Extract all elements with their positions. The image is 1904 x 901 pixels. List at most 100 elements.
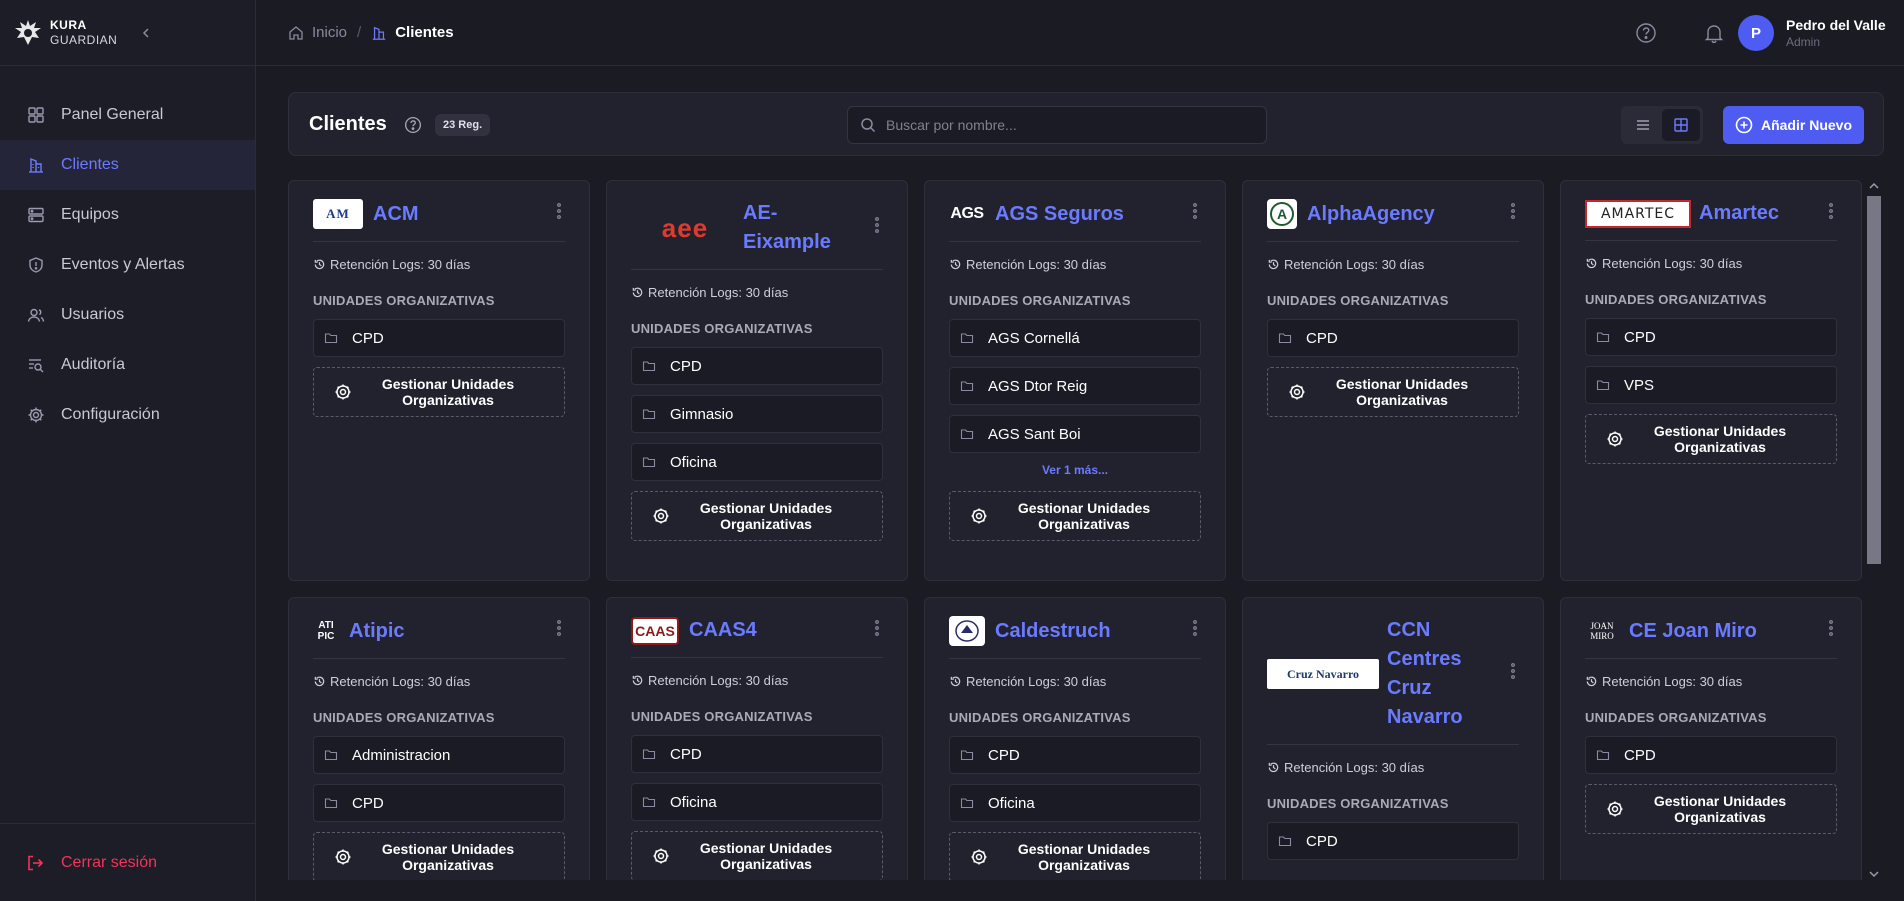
manage-units-button[interactable]: Gestionar Unidades Organizativas	[631, 831, 883, 880]
sidebar-item-equipos[interactable]: Equipos	[0, 190, 255, 240]
client-name[interactable]: Amartec	[1699, 199, 1837, 228]
breadcrumb-home[interactable]: Inicio	[288, 24, 347, 42]
client-name[interactable]: AGS Seguros	[995, 200, 1201, 229]
client-logo: A	[1267, 199, 1297, 229]
chevron-down-icon[interactable]	[1868, 868, 1880, 880]
help-icon[interactable]	[404, 116, 422, 134]
bell-icon[interactable]	[1702, 21, 1726, 45]
org-unit-item[interactable]: Oficina	[949, 784, 1201, 822]
sidebar-item-panel-general[interactable]: Panel General	[0, 90, 255, 140]
org-unit-item[interactable]: AGS Sant Boi	[949, 415, 1201, 453]
chevron-up-icon[interactable]	[1868, 180, 1880, 192]
more-options-icon[interactable]	[1507, 661, 1519, 681]
more-options-icon[interactable]	[553, 618, 565, 638]
org-unit-item[interactable]: CPD	[631, 735, 883, 773]
more-options-icon[interactable]	[871, 215, 883, 235]
manage-units-button[interactable]: Gestionar Unidades Organizativas	[1585, 784, 1837, 834]
org-unit-item[interactable]: AGS Cornellá	[949, 319, 1201, 357]
more-options-icon[interactable]	[1825, 618, 1837, 638]
sidebar-item-auditoria[interactable]: Auditoría	[0, 340, 255, 390]
client-card: CAAS CAAS4 Retención Logs: 30 días UNIDA…	[606, 597, 908, 880]
manage-units-button[interactable]: Gestionar Unidades Organizativas	[949, 491, 1201, 541]
client-card: A AlphaAgency Retención Logs: 30 días UN…	[1242, 180, 1544, 581]
chevron-left-icon[interactable]	[136, 23, 156, 43]
org-unit-item[interactable]: Oficina	[631, 443, 883, 481]
sidebar-item-eventos-alertas[interactable]: Eventos y Alertas	[0, 240, 255, 290]
org-unit-item[interactable]: Oficina	[631, 783, 883, 821]
grid-view-button[interactable]	[1662, 109, 1700, 141]
client-card-header: aee AE-Eixample	[631, 181, 883, 270]
client-name[interactable]: Caldestruch	[995, 617, 1201, 646]
home-icon	[288, 24, 306, 42]
more-options-icon[interactable]	[1189, 201, 1201, 221]
sidebar-nav: Panel General Clientes Equipos Eventos y…	[0, 66, 255, 440]
more-options-icon[interactable]	[871, 618, 883, 638]
folder-icon	[960, 379, 974, 393]
client-logo: AGS	[950, 205, 984, 222]
history-icon	[1585, 675, 1598, 688]
manage-units-button[interactable]: Gestionar Unidades Organizativas	[949, 832, 1201, 880]
more-options-icon[interactable]	[1825, 201, 1837, 221]
client-logo	[949, 616, 985, 646]
org-unit-item[interactable]: CPD	[631, 347, 883, 385]
client-name[interactable]: CCN Centres Cruz Navarro	[1387, 616, 1519, 732]
search-input[interactable]	[886, 117, 1246, 133]
log-retention: Retención Logs: 30 días	[1267, 257, 1519, 272]
list-view-button[interactable]	[1624, 109, 1662, 141]
manage-units-button[interactable]: Gestionar Unidades Organizativas	[1585, 414, 1837, 464]
client-name[interactable]: CAAS4	[689, 616, 883, 645]
more-options-icon[interactable]	[1189, 618, 1201, 638]
logout-icon	[26, 853, 46, 873]
sidebar-item-clientes[interactable]: Clientes	[0, 140, 255, 190]
org-unit-item[interactable]: CPD	[1267, 319, 1519, 357]
org-unit-item[interactable]: CPD	[313, 784, 565, 822]
manage-units-button[interactable]: Gestionar Unidades Organizativas	[313, 832, 565, 880]
org-unit-item[interactable]: Administracion	[313, 736, 565, 774]
org-unit-item[interactable]: VPS	[1585, 366, 1837, 404]
org-units-list: CPD	[1267, 319, 1519, 357]
org-units-list: CPD Oficina	[631, 735, 883, 821]
client-name[interactable]: AE-Eixample	[743, 199, 883, 257]
scrollbar[interactable]	[1864, 180, 1884, 880]
org-units-title: UNIDADES ORGANIZATIVAS	[949, 293, 1131, 308]
org-unit-item[interactable]: CPD	[313, 319, 565, 357]
user-menu[interactable]: P Pedro del Valle Admin	[1738, 15, 1886, 51]
client-logo: aee	[661, 212, 709, 243]
more-options-icon[interactable]	[1507, 201, 1519, 221]
org-unit-item[interactable]: CPD	[1585, 736, 1837, 774]
show-more-link[interactable]: Ver 1 más...	[949, 463, 1201, 477]
logout-button[interactable]: Cerrar sesión	[0, 824, 256, 901]
log-retention: Retención Logs: 30 días	[631, 673, 883, 688]
org-unit-item[interactable]: Gimnasio	[631, 395, 883, 433]
sidebar-item-configuracion[interactable]: Configuración	[0, 390, 255, 440]
sidebar-item-usuarios[interactable]: Usuarios	[0, 290, 255, 340]
org-unit-item[interactable]: CPD	[1267, 822, 1519, 860]
manage-units-button[interactable]: Gestionar Unidades Organizativas	[1267, 367, 1519, 417]
sidebar-item-label: Panel General	[61, 106, 164, 123]
org-unit-item[interactable]: CPD	[949, 736, 1201, 774]
gear-icon	[334, 383, 352, 401]
history-icon	[631, 674, 644, 687]
help-icon[interactable]	[1634, 21, 1658, 45]
manage-units-button[interactable]: Gestionar Unidades Organizativas	[631, 491, 883, 541]
client-name[interactable]: ACM	[373, 200, 565, 229]
manage-units-button[interactable]: Gestionar Unidades Organizativas	[313, 367, 565, 417]
building-icon	[26, 155, 46, 175]
add-new-button[interactable]: Añadir Nuevo	[1723, 106, 1864, 144]
scrollbar-thumb[interactable]	[1867, 196, 1881, 564]
brand[interactable]: KURA GUARDIAN	[0, 0, 255, 66]
org-unit-item[interactable]: CPD	[1585, 318, 1837, 356]
client-name[interactable]: CE Joan Miro	[1629, 617, 1837, 646]
topbar: Inicio / Clientes P Pedro del Valle Admi…	[256, 0, 1904, 66]
more-options-icon[interactable]	[553, 201, 565, 221]
client-card-header: A AlphaAgency	[1267, 181, 1519, 242]
org-unit-item[interactable]: AGS Dtor Reig	[949, 367, 1201, 405]
client-card-header: ATI PIC Atipic	[313, 598, 565, 659]
folder-icon	[1596, 378, 1610, 392]
client-logo: AMARTEC	[1585, 199, 1691, 228]
client-name[interactable]: Atipic	[349, 617, 565, 646]
breadcrumb-separator: /	[357, 24, 362, 41]
org-units-title: UNIDADES ORGANIZATIVAS	[949, 710, 1131, 725]
client-name[interactable]: AlphaAgency	[1307, 200, 1519, 229]
folder-icon	[642, 795, 656, 809]
